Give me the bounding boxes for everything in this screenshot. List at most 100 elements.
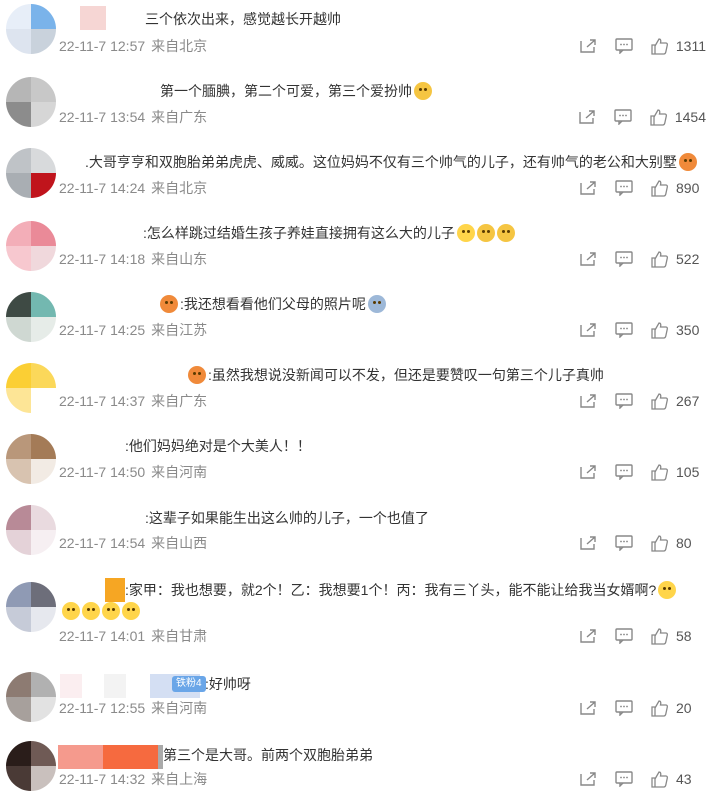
cry-emoji-icon <box>658 581 677 599</box>
comment-icon[interactable] <box>612 320 636 340</box>
username-blurred[interactable] <box>58 745 163 769</box>
like-count: 522 <box>676 251 700 267</box>
avatar[interactable] <box>6 582 56 632</box>
like-icon[interactable] <box>648 391 672 411</box>
like-count: 58 <box>676 628 692 644</box>
comment-actions: 1311 <box>564 36 706 56</box>
share-icon[interactable] <box>576 533 600 553</box>
comment-text: :虽然我想说没新闻可以不发，但还是要赞叹一句第三个儿子真帅 <box>188 365 604 385</box>
share-icon[interactable] <box>576 626 600 646</box>
like-icon[interactable] <box>648 36 672 56</box>
comment-meta: 22-11-7 14:18 来自山东 <box>59 249 207 269</box>
share-icon[interactable] <box>576 36 600 56</box>
laugh-emoji-icon <box>476 224 495 242</box>
share-icon[interactable] <box>576 391 600 411</box>
comment-date: 22-11-7 14:32 <box>59 771 146 787</box>
comment-meta: 22-11-7 14:37 来自广东 <box>59 391 207 411</box>
comment-location: 来自甘肃 <box>151 628 208 644</box>
comment-meta: 22-11-7 12:57 来自北京 <box>59 36 207 56</box>
username-blurred[interactable] <box>80 6 106 30</box>
comment-date: 22-11-7 14:54 <box>59 535 146 551</box>
comment-text-content: .大哥亨亨和双胞胎弟弟虎虎、威威。这位妈妈不仅有三个帅气的儿子，还有帅气的老公和… <box>85 154 677 170</box>
laugh-emoji-icon <box>496 224 515 242</box>
comment-text: :这辈子如果能生出这么帅的儿子，一个也值了 <box>145 510 429 526</box>
comment-icon[interactable] <box>612 533 636 553</box>
comment-item: 铁粉4 :好帅呀 22-11-7 12:55 来自河南 20 <box>0 660 720 730</box>
avatar[interactable] <box>6 505 56 555</box>
sticker-emoji-icon <box>188 366 206 384</box>
like-count: 105 <box>676 464 700 480</box>
comment-date: 22-11-7 13:54 <box>59 109 146 125</box>
like-count: 1454 <box>674 109 706 125</box>
comment-actions: 80 <box>564 533 706 553</box>
like-count: 267 <box>676 393 700 409</box>
share-icon[interactable] <box>576 462 600 482</box>
comment-icon[interactable] <box>612 178 636 198</box>
comment-text: :他们妈妈绝对是个大美人！！ <box>125 438 311 454</box>
like-icon[interactable] <box>648 249 672 269</box>
comment-icon[interactable] <box>611 107 635 127</box>
avatar[interactable] <box>6 741 56 791</box>
like-icon[interactable] <box>648 320 672 340</box>
comment-location: 来自河南 <box>151 464 208 480</box>
avatar[interactable] <box>6 4 56 54</box>
comment-meta: 22-11-7 12:55 来自河南 <box>59 698 207 718</box>
comment-actions: 267 <box>564 391 706 411</box>
avatar[interactable] <box>6 672 56 722</box>
avatar[interactable] <box>6 363 56 413</box>
comment-actions: 890 <box>564 178 706 198</box>
husky-emoji-icon <box>367 295 386 313</box>
comment-icon[interactable] <box>612 698 636 718</box>
comment-date: 22-11-7 12:55 <box>59 700 146 716</box>
comment-location: 来自广东 <box>151 393 208 409</box>
comment-actions: 350 <box>564 320 706 340</box>
share-icon[interactable] <box>576 769 600 789</box>
like-count: 350 <box>676 322 700 338</box>
like-icon[interactable] <box>648 626 672 646</box>
comment-icon[interactable] <box>612 626 636 646</box>
avatar[interactable] <box>6 148 56 198</box>
share-icon[interactable] <box>575 107 599 127</box>
username-blurred[interactable] <box>105 578 125 602</box>
avatar[interactable] <box>6 292 56 342</box>
comment-location: 来自山东 <box>151 251 208 267</box>
avatar[interactable] <box>6 221 56 271</box>
like-count: 43 <box>676 771 692 787</box>
comment-icon[interactable] <box>612 391 636 411</box>
cry-emoji-icon <box>122 602 140 620</box>
comment-text: :我还想看看他们父母的照片呢 <box>160 294 386 314</box>
comment-icon[interactable] <box>612 249 636 269</box>
like-icon[interactable] <box>648 178 672 198</box>
fan-badge: 铁粉4 <box>172 676 206 692</box>
share-icon[interactable] <box>576 698 600 718</box>
comment-text: :好帅呀 <box>205 676 251 692</box>
comment-date: 22-11-7 14:01 <box>59 628 146 644</box>
comment-item: :这辈子如果能生出这么帅的儿子，一个也值了 22-11-7 14:54 来自山西 … <box>0 497 720 567</box>
avatar[interactable] <box>6 77 56 127</box>
comment-location: 来自河南 <box>151 700 208 716</box>
comment-actions: 522 <box>564 249 706 269</box>
like-icon[interactable] <box>648 698 672 718</box>
like-icon[interactable] <box>648 769 672 789</box>
cat-emoji-icon <box>678 153 697 171</box>
comment-text-content: :家甲：我也想要，就2个！乙：我想要1个！丙：我有三丫头，能不能让给我当女婿啊? <box>125 582 657 598</box>
like-icon[interactable] <box>648 533 672 553</box>
comment-date: 22-11-7 14:25 <box>59 322 146 338</box>
comment-item: 第一个腼腆，第二个可爱，第三个爱扮帅 22-11-7 13:54 来自广东 145… <box>0 71 720 141</box>
comment-date: 22-11-7 14:37 <box>59 393 146 409</box>
comment-icon[interactable] <box>612 36 636 56</box>
comment-icon[interactable] <box>612 462 636 482</box>
like-count: 80 <box>676 535 692 551</box>
laugh-emoji-icon <box>414 82 432 100</box>
comment-text-content: :虽然我想说没新闻可以不发，但还是要赞叹一句第三个儿子真帅 <box>208 367 604 383</box>
like-icon[interactable] <box>647 107 671 127</box>
avatar[interactable] <box>6 434 56 484</box>
comment-text: 三个依次出来，感觉越长开越帅 <box>145 11 341 27</box>
comment-icon[interactable] <box>612 769 636 789</box>
share-icon[interactable] <box>576 249 600 269</box>
comment-text: :家甲：我也想要，就2个！乙：我想要1个！丙：我有三丫头，能不能让给我当女婿啊? <box>125 580 677 600</box>
comment-actions: 58 <box>564 626 706 646</box>
share-icon[interactable] <box>576 320 600 340</box>
share-icon[interactable] <box>576 178 600 198</box>
like-icon[interactable] <box>648 462 672 482</box>
